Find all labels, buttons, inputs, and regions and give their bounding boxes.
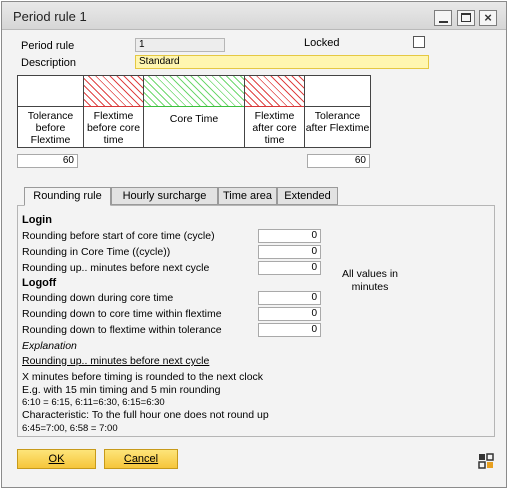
segment-bar [245, 76, 304, 107]
logoff-row-label: Rounding down during core time [22, 292, 174, 304]
logoff-heading: Logoff [22, 277, 57, 289]
explanation-line: 6:10 = 6:15, 6:11=6:30, 6:15=6:30 [22, 397, 165, 408]
maximize-button[interactable] [457, 10, 475, 26]
segment-bar [18, 76, 83, 107]
tab-extended[interactable]: Extended [277, 187, 338, 205]
units-note: All values in minutes [341, 268, 399, 293]
segment-caption: Flextime after core time [252, 110, 297, 146]
login-row-value[interactable]: 0 [258, 261, 321, 275]
logoff-row-value[interactable]: 0 [258, 323, 321, 337]
window-title: Period rule 1 [13, 9, 87, 24]
locked-checkbox[interactable] [413, 36, 425, 48]
cancel-button[interactable]: Cancel [104, 449, 178, 469]
login-row-label: Rounding in Core Time ((cycle)) [22, 246, 171, 258]
logoff-row-value[interactable]: 0 [258, 291, 321, 305]
segment-tolerance-before: Tolerance before Flextime [17, 75, 84, 148]
logoff-row-label: Rounding down to core time within flexti… [22, 308, 222, 320]
login-row-label: Rounding up.. minutes before next cycle [22, 262, 210, 274]
segment-flextime-before: Flextime before core time [83, 75, 144, 148]
tab-hourly-surcharge[interactable]: Hourly surcharge [111, 187, 218, 205]
ok-button-label: OK [48, 453, 65, 465]
cancel-button-label: Cancel [123, 453, 159, 465]
login-heading: Login [22, 214, 52, 226]
segment-caption: Tolerance before Flextime [27, 110, 74, 146]
explanation-title: Rounding up.. minutes before next cycle [22, 355, 210, 367]
tolerance-after-field[interactable]: 60 [307, 154, 370, 168]
login-row-value[interactable]: 0 [258, 229, 321, 243]
segment-caption: Tolerance after Flextime [305, 110, 370, 134]
tab-time-area[interactable]: Time area [218, 187, 277, 205]
explanation-line: E.g. with 15 min timing and 5 min roundi… [22, 384, 221, 396]
period-rule-field[interactable]: 1 [135, 38, 225, 52]
segment-caption: Flextime before core time [86, 110, 141, 146]
close-icon: × [484, 10, 492, 25]
segment-tolerance-after: Tolerance after Flextime [304, 75, 371, 148]
maximize-icon [461, 13, 471, 22]
minimize-button[interactable] [434, 10, 452, 26]
explanation-label: Explanation [22, 340, 77, 352]
tolerance-before-field[interactable]: 60 [17, 154, 78, 168]
segment-flextime-after: Flextime after core time [244, 75, 305, 148]
description-field[interactable]: Standard [135, 55, 429, 69]
period-rule-label: Period rule [21, 40, 75, 52]
explanation-line: X minutes before timing is rounded to th… [22, 371, 264, 383]
login-row-label: Rounding before start of core time (cycl… [22, 230, 215, 242]
ok-button[interactable]: OK [17, 449, 96, 469]
segment-core-time: Core Time [143, 75, 245, 148]
minimize-icon [439, 21, 448, 23]
description-label: Description [21, 57, 77, 69]
explanation-line: 6:45=7:00, 6:58 = 7:00 [22, 423, 118, 434]
segment-bar [144, 76, 244, 107]
segment-caption: Core Time [169, 113, 219, 125]
segment-bar [305, 76, 370, 107]
logoff-row-value[interactable]: 0 [258, 307, 321, 321]
title-bar[interactable]: Period rule 1 × [2, 2, 506, 30]
tab-rounding-rule[interactable]: Rounding rule [24, 187, 111, 206]
locked-label: Locked [304, 37, 340, 49]
login-row-value[interactable]: 0 [258, 245, 321, 259]
explanation-line: Characteristic: To the full hour one doe… [22, 409, 269, 421]
close-button[interactable]: × [479, 10, 497, 26]
segment-bar [84, 76, 143, 107]
expand-icon[interactable] [478, 453, 494, 469]
logoff-row-label: Rounding down to flextime within toleran… [22, 324, 222, 336]
